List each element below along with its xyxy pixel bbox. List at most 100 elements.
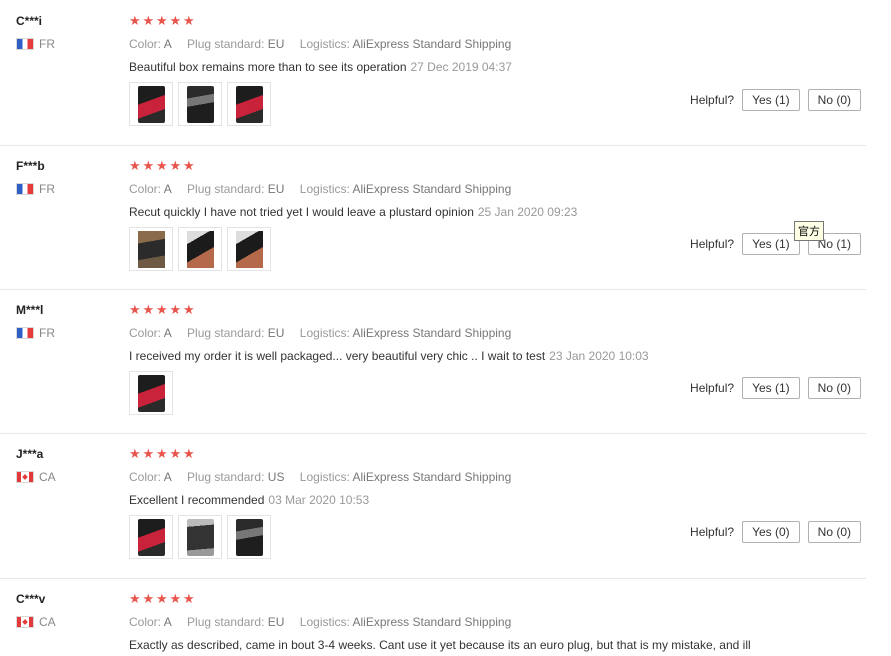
canada-flag-icon <box>16 616 34 628</box>
reviewer-info: J***a CA <box>16 447 56 484</box>
plug-value: EU <box>267 326 285 340</box>
reviewer-name: C***v <box>16 592 46 606</box>
star-icon: ★ <box>169 446 182 461</box>
plug-label: Plug standard: <box>187 37 265 51</box>
review-text: Excellent I recommended 03 Mar 2020 10:53 <box>129 493 866 507</box>
star-icon: ★ <box>183 13 195 28</box>
review-item: M***l FR ★ ★ ★ ★ ★ Color: A Plug standard: E… <box>0 289 866 434</box>
reviewer-info: C***v CA <box>16 592 56 629</box>
star-icon: ★ <box>129 446 141 461</box>
review-photo-thumbnail[interactable] <box>129 371 173 415</box>
country-code: FR <box>39 37 55 51</box>
star-rating: ★ ★ ★ ★ ★ <box>129 302 866 318</box>
color-label: Color: <box>129 37 162 51</box>
review-attributes: Color: A Plug standard: US Logistics: Al… <box>129 470 866 484</box>
reviewer-info: F***b FR <box>16 159 55 196</box>
review-photo-thumbnail[interactable] <box>178 227 222 271</box>
star-icon: ★ <box>129 158 141 173</box>
plug-label: Plug standard: <box>187 326 265 340</box>
review-date: 25 Jan 2020 09:23 <box>477 205 578 219</box>
helpful-vote: Helpful? Yes (1) No (0) <box>690 377 861 399</box>
review-photo-thumbnail[interactable] <box>227 227 271 271</box>
review-item: C***v CA ★ ★ ★ ★ ★ Color: A Plug standard: E… <box>0 578 866 656</box>
helpful-yes-button[interactable]: Yes (1) <box>742 377 800 399</box>
country-code: FR <box>39 182 55 196</box>
plug-value: EU <box>267 182 285 196</box>
star-icon: ★ <box>156 446 168 461</box>
reviewer-name: J***a <box>16 447 44 461</box>
star-icon: ★ <box>156 302 168 317</box>
review-photo-thumbnail[interactable] <box>227 82 271 126</box>
color-value: A <box>163 37 172 51</box>
helpful-yes-button[interactable]: Yes (1) <box>742 89 800 111</box>
review-item: F***b FR ★ ★ ★ ★ ★ Color: A Plug standard: E… <box>0 145 866 290</box>
review-photo-thumbnail[interactable] <box>129 227 173 271</box>
plug-value: EU <box>267 37 285 51</box>
half-star-icon: ★ <box>183 591 195 606</box>
helpful-label: Helpful? <box>690 381 735 395</box>
helpful-label: Helpful? <box>690 93 735 107</box>
logistics-value: AliExpress Standard Shipping <box>352 470 512 484</box>
review-body: Beautiful box remains more than to see i… <box>129 60 407 74</box>
star-rating: ★ ★ ★ ★ ★ <box>129 591 866 607</box>
canada-flag-icon <box>16 471 34 483</box>
france-flag-icon <box>16 327 34 339</box>
plug-value: US <box>267 470 285 484</box>
logistics-value: AliExpress Standard Shipping <box>352 326 512 340</box>
review-text: Recut quickly I have not tried yet I wou… <box>129 205 866 219</box>
review-attributes: Color: A Plug standard: EU Logistics: Al… <box>129 37 866 51</box>
review-body: Recut quickly I have not tried yet I wou… <box>129 205 474 219</box>
helpful-label: Helpful? <box>690 525 735 539</box>
review-photo-thumbnail[interactable] <box>178 515 222 559</box>
review-photo-thumbnail[interactable] <box>129 515 173 559</box>
star-icon: ★ <box>183 302 195 317</box>
star-icon: ★ <box>129 13 141 28</box>
star-icon: ★ <box>142 13 155 28</box>
helpful-vote: Helpful? Yes (1) No (0) <box>690 89 861 111</box>
reviewer-info: C***i FR <box>16 14 55 51</box>
star-icon: ★ <box>169 158 182 173</box>
helpful-yes-button[interactable]: Yes (1) <box>742 233 800 255</box>
color-label: Color: <box>129 470 162 484</box>
review-content: ★ ★ ★ ★ ★ Color: A Plug standard: EU Logisti… <box>129 591 866 652</box>
review-date: 03 Mar 2020 10:53 <box>268 493 370 507</box>
reviewer-info: M***l FR <box>16 303 55 340</box>
color-value: A <box>163 470 172 484</box>
review-photo-thumbnail[interactable] <box>178 82 222 126</box>
star-icon: ★ <box>129 302 141 317</box>
plug-value: EU <box>267 615 285 629</box>
half-star-icon: ★ <box>183 158 195 173</box>
review-item: J***a CA ★ ★ ★ ★ ★ Color: A Plug standard: U… <box>0 433 866 579</box>
helpful-yes-button[interactable]: Yes (0) <box>742 521 800 543</box>
star-icon: ★ <box>156 13 168 28</box>
tooltip: 官方 <box>794 221 824 241</box>
review-date: 23 Jan 2020 10:03 <box>549 349 649 363</box>
plug-label: Plug standard: <box>187 182 265 196</box>
logistics-label: Logistics: <box>299 470 350 484</box>
helpful-label: Helpful? <box>690 237 735 251</box>
star-icon: ★ <box>142 158 155 173</box>
reviewer-country: CA <box>16 470 56 484</box>
star-icon: ★ <box>156 158 168 173</box>
review-body: Exactly as described, came in bout 3-4 w… <box>129 638 751 652</box>
helpful-no-button[interactable]: No (0) <box>807 89 861 111</box>
logistics-value: AliExpress Standard Shipping <box>352 615 512 629</box>
review-text: Beautiful box remains more than to see i… <box>129 60 866 74</box>
review-body: Excellent I recommended <box>129 493 265 507</box>
helpful-no-button[interactable]: No (0) <box>807 521 861 543</box>
reviewer-name: F***b <box>16 159 45 173</box>
star-icon: ★ <box>142 302 155 317</box>
review-body: I received my order it is well packaged.… <box>129 349 546 363</box>
helpful-no-button[interactable]: No (0) <box>807 377 861 399</box>
review-photo-thumbnail[interactable] <box>227 515 271 559</box>
reviewer-country: CA <box>16 615 56 629</box>
logistics-label: Logistics: <box>299 326 350 340</box>
star-rating: ★ ★ ★ ★ ★ <box>129 446 866 462</box>
plug-label: Plug standard: <box>187 470 265 484</box>
review-photo-thumbnail[interactable] <box>129 82 173 126</box>
star-icon: ★ <box>142 446 155 461</box>
color-label: Color: <box>129 615 162 629</box>
reviewer-name: M***l <box>16 303 44 317</box>
country-code: CA <box>39 470 56 484</box>
review-date: 27 Dec 2019 04:37 <box>410 60 512 74</box>
